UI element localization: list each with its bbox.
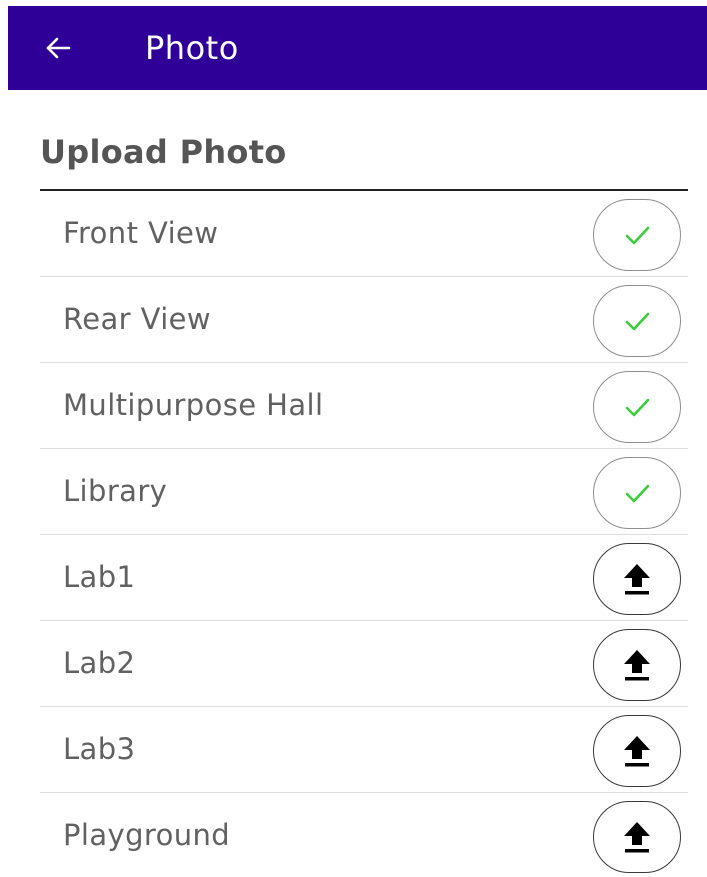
upload-icon	[624, 822, 650, 853]
upload-icon	[624, 736, 650, 767]
app-bar: Photo	[8, 6, 707, 90]
check-icon	[625, 312, 650, 331]
upload-icon	[624, 564, 650, 595]
uploaded-status-button[interactable]	[593, 285, 681, 357]
list-item-label: Library	[63, 474, 168, 508]
check-icon	[625, 484, 650, 503]
photo-list: Front View Rear View Multipurpose Hall Libr…	[40, 191, 688, 877]
list-item-label: Playground	[63, 818, 231, 852]
upload-button[interactable]	[593, 543, 681, 615]
page-title: Photo	[145, 29, 239, 67]
list-item: Lab2	[40, 621, 688, 707]
list-item-label: Lab2	[63, 646, 136, 680]
uploaded-status-button[interactable]	[593, 371, 681, 443]
check-icon	[625, 398, 650, 417]
list-item: Front View	[40, 191, 688, 277]
list-item: Lab1	[40, 535, 688, 621]
back-button[interactable]	[40, 30, 76, 66]
upload-button[interactable]	[593, 629, 681, 701]
list-item: Multipurpose Hall	[40, 363, 688, 449]
section-title: Upload Photo	[40, 133, 287, 171]
list-item: Lab3	[40, 707, 688, 793]
list-item-label: Lab3	[63, 732, 136, 766]
list-item: Playground	[40, 793, 688, 877]
upload-button[interactable]	[593, 801, 681, 873]
list-item-label: Lab1	[63, 560, 136, 594]
list-item-label: Rear View	[63, 302, 212, 336]
list-item: Library	[40, 449, 688, 535]
check-icon	[625, 226, 650, 245]
upload-button[interactable]	[593, 715, 681, 787]
list-item-label: Front View	[63, 216, 219, 250]
photo-screen: Photo Upload Photo Front View Rear View Mu…	[0, 0, 707, 877]
uploaded-status-button[interactable]	[593, 457, 681, 529]
arrow-back-icon	[46, 37, 71, 59]
list-item-label: Multipurpose Hall	[63, 388, 324, 422]
uploaded-status-button[interactable]	[593, 199, 681, 271]
upload-icon	[624, 650, 650, 681]
list-item: Rear View	[40, 277, 688, 363]
